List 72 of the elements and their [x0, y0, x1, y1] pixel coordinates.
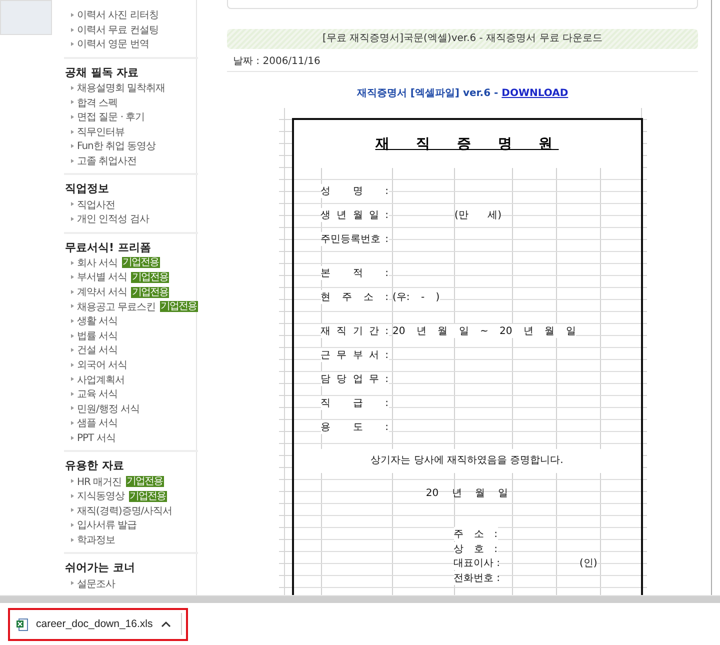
horizontal-scrollbar[interactable]	[0, 595, 720, 603]
section-heading: 직업정보	[64, 181, 110, 198]
field-label: 직 급 :	[320, 396, 388, 410]
badge: 기업전용	[131, 272, 170, 283]
issue-date: 20 년 월 일	[424, 487, 510, 501]
sidebar-link[interactable]: 개인 인적성 검사	[77, 212, 149, 226]
badge: 기업전용	[126, 476, 164, 488]
field-label: 본 적 :	[320, 266, 388, 280]
issuer-label: 상 호 :	[454, 542, 498, 556]
issuer-label: 전화번호 :	[454, 570, 498, 585]
sidebar-link[interactable]: 회사 서식	[77, 256, 118, 270]
sidebar-link[interactable]: 직업사전	[77, 198, 115, 212]
post-title: [무료 재직증명서]국문(엑셀)ver.6 - 재직증명서 무료 다운로드	[227, 29, 698, 49]
certification-statement: 상기자는 당사에 재직하였음을 증명합니다.	[294, 449, 640, 473]
sidebar-link[interactable]: 고졸 취업사전	[77, 154, 137, 168]
sidebar-link[interactable]: 재직(경력)증명/사직서	[77, 504, 172, 518]
field-label: 재 직 기 간 :	[320, 324, 388, 338]
download-item[interactable]: career_doc_down_16.xls	[8, 608, 188, 640]
sidebar-link[interactable]: 민원/행정 서식	[77, 402, 140, 416]
section-heading: 유용한 자료	[64, 458, 125, 474]
download-link[interactable]: DOWNLOAD	[502, 88, 568, 99]
caret-icon[interactable]	[160, 621, 171, 627]
seal-note: (인)	[580, 556, 598, 570]
sidebar-link[interactable]: 채용설명회 밀착취재	[77, 81, 166, 96]
document-title: 재 직 증 명 원	[375, 135, 559, 153]
download-caption: 재직증명서 [엑셀파일] ver.6 -	[356, 88, 500, 99]
sidebar-link[interactable]: 샘플 서식	[77, 416, 118, 430]
spreadsheet-file-icon	[16, 618, 28, 630]
section-heading: 무료서식! 프리폼	[64, 240, 152, 256]
sidebar-link[interactable]: 입사서류 발급	[77, 518, 137, 532]
sidebar-link[interactable]: 외국어 서식	[77, 358, 128, 372]
sidebar-link[interactable]: PPT 서식	[77, 430, 116, 445]
badge: 기업전용	[122, 257, 160, 268]
file-name: career_doc_down_16.xls	[36, 618, 153, 630]
sidebar-link[interactable]: 지식동영상	[77, 489, 124, 504]
sidebar-link[interactable]: 이력서 무료 컨설팅	[77, 22, 158, 37]
sidebar-link[interactable]: Fun한 취업 동영상	[77, 139, 156, 154]
badge: 기업전용	[160, 301, 198, 312]
field-label: 성 명 :	[320, 184, 388, 198]
sidebar-link[interactable]: 직무인터뷰	[77, 124, 124, 139]
field-value: (우: - )	[392, 290, 440, 304]
field-label: 담 당 업 무 :	[320, 372, 388, 386]
sidebar-link[interactable]: HR 매거진	[77, 474, 122, 489]
post-date: 날짜 : 2006/11/16	[227, 49, 698, 72]
sidebar-link[interactable]: 법률 서식	[77, 328, 118, 343]
sidebar-link[interactable]: 교육 서식	[77, 387, 118, 402]
field-label: 현 주 소 :	[320, 290, 388, 304]
sidebar-link[interactable]: 생활 서식	[77, 314, 118, 328]
field-value: (만 세)	[454, 208, 502, 222]
issuer-label: 주 소 :	[454, 527, 498, 542]
sidebar-link[interactable]: 면접 질문 · 후기	[77, 110, 145, 124]
sidebar-link[interactable]: 계약서 서식	[77, 285, 128, 300]
field-label: 근 무 부 서 :	[320, 348, 388, 362]
field-label: 생 년 월 일 :	[320, 208, 388, 222]
section-heading: 쉬어가는 코너	[64, 560, 136, 576]
field-label: 주민등록번호 :	[320, 232, 388, 246]
sidebar-link[interactable]: 사업계획서	[77, 372, 124, 387]
badge: 기업전용	[131, 286, 170, 298]
section-heading: 공채 필독 자료	[64, 64, 140, 81]
sidebar-link[interactable]: 이력서 사진 리터칭	[77, 8, 158, 22]
sidebar-link[interactable]: 부서별 서식	[77, 270, 128, 284]
sidebar-link[interactable]: 합격 스펙	[77, 96, 118, 110]
sidebar-link[interactable]: 학과정보	[77, 532, 115, 547]
field-value: 20 년 월 일 ~ 20 년 월 일	[392, 324, 576, 338]
illustration-placeholder	[0, 0, 52, 35]
sidebar-link[interactable]: 건설 서식	[77, 343, 118, 358]
sidebar-link[interactable]: 이력서 영문 번역	[77, 37, 149, 52]
sidebar-link[interactable]: 채용공고 무료스킨	[77, 300, 156, 314]
issuer-label: 대표이사 :	[454, 556, 498, 570]
sidebar-link[interactable]: 설문조사	[77, 576, 115, 591]
field-label: 용 도 :	[320, 420, 388, 434]
badge: 기업전용	[128, 490, 166, 502]
